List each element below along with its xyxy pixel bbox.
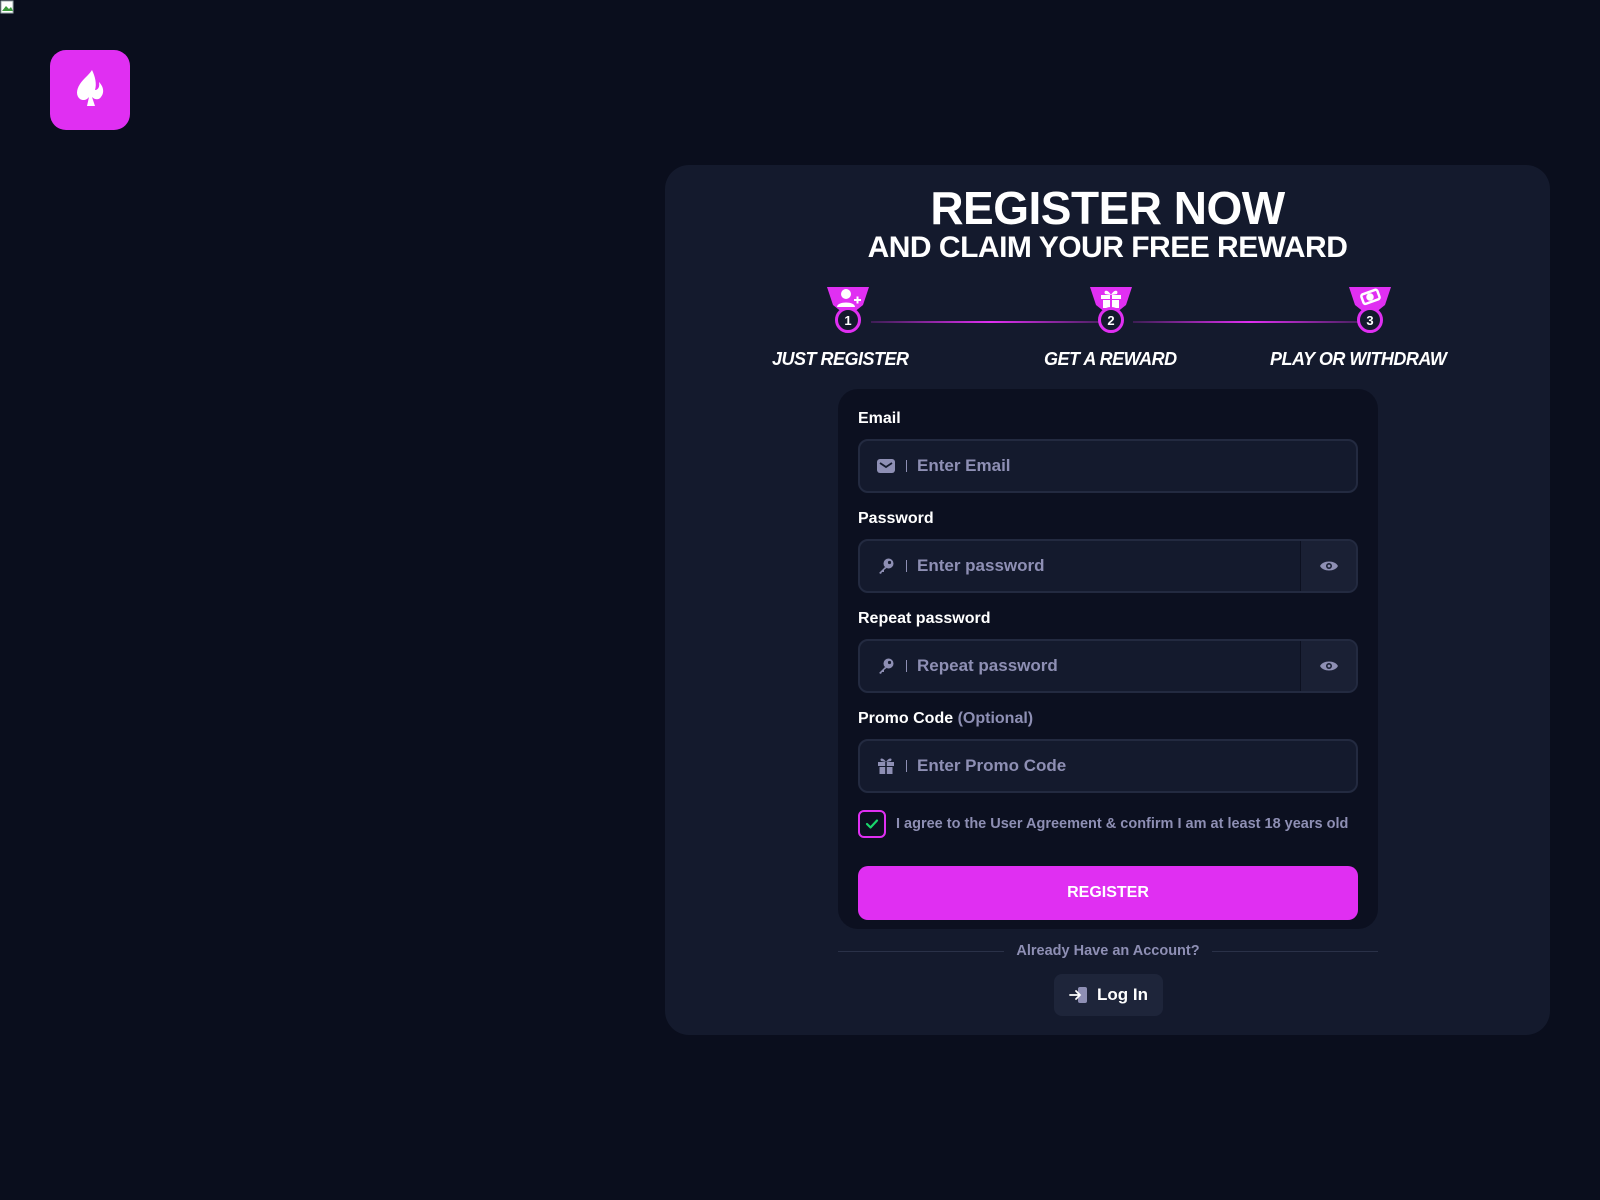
- login-label: Log In: [1097, 985, 1148, 1004]
- key-icon: [876, 656, 896, 676]
- step-number: 3: [1357, 307, 1383, 333]
- optional-tag: (Optional): [957, 710, 1034, 727]
- promo-code-input[interactable]: Enter Promo Code: [917, 756, 1356, 776]
- field-separator: [906, 560, 907, 572]
- promo-code-label-text: Promo Code: [858, 710, 954, 727]
- show-repeat-password-toggle[interactable]: [1300, 641, 1356, 691]
- repeat-password-field[interactable]: Repeat password: [858, 639, 1358, 693]
- promo-code-field[interactable]: Enter Promo Code: [858, 739, 1358, 793]
- already-account-divider: Already Have an Account?: [838, 941, 1378, 961]
- checkmark-icon: [865, 819, 879, 829]
- register-button[interactable]: REGISTER: [858, 866, 1358, 920]
- steps-progress: 1 JUST REGISTER 2 GET A REWARD 3 PLAY OR…: [665, 285, 1550, 375]
- step-number: 2: [1098, 307, 1124, 333]
- step-label: GET A REWARD: [1044, 349, 1177, 369]
- email-input[interactable]: Enter Email: [917, 456, 1356, 476]
- broken-image-icon: [0, 0, 14, 14]
- step-connector: [1133, 321, 1367, 323]
- step-number: 1: [835, 307, 861, 333]
- step-label: PLAY OR WITHDRAW: [1270, 349, 1447, 369]
- agreement-row: I agree to the User Agreement & confirm …: [858, 810, 1348, 838]
- divider-line: [838, 950, 1005, 952]
- step-1: 1: [825, 285, 871, 341]
- email-field[interactable]: Enter Email: [858, 439, 1358, 493]
- register-form: Email Enter Email Password Enter passwor…: [838, 389, 1378, 929]
- gift-icon: [876, 756, 896, 776]
- agreement-text[interactable]: I agree to the User Agreement & confirm …: [896, 816, 1348, 832]
- password-input[interactable]: Enter password: [917, 556, 1300, 576]
- login-icon: [1069, 987, 1087, 1003]
- already-account-text: Already Have an Account?: [1016, 943, 1200, 959]
- password-field[interactable]: Enter password: [858, 539, 1358, 593]
- login-button[interactable]: Log In: [1054, 974, 1163, 1016]
- brand-logo[interactable]: [50, 50, 130, 130]
- page-subtitle: AND CLAIM YOUR FREE REWARD: [867, 231, 1348, 264]
- promo-code-label: Promo Code (Optional): [858, 710, 1033, 728]
- step-connector: [871, 321, 1111, 323]
- email-label: Email: [858, 410, 901, 427]
- show-password-toggle[interactable]: [1300, 541, 1356, 591]
- field-separator: [906, 760, 907, 772]
- agreement-checkbox[interactable]: [858, 810, 886, 838]
- password-label: Password: [858, 510, 934, 527]
- field-separator: [906, 660, 907, 672]
- eye-icon: [1319, 561, 1338, 571]
- key-icon: [876, 556, 896, 576]
- divider-line: [1211, 950, 1378, 952]
- envelope-icon: [876, 456, 896, 476]
- register-panel: REGISTER NOW AND CLAIM YOUR FREE REWARD …: [665, 165, 1550, 1035]
- spade-flame-icon: [77, 70, 104, 106]
- step-label: JUST REGISTER: [772, 349, 909, 369]
- page-title: REGISTER NOW: [930, 182, 1285, 234]
- eye-icon: [1319, 661, 1338, 671]
- step-3: 3: [1347, 285, 1393, 341]
- step-2: 2: [1088, 285, 1134, 341]
- field-separator: [906, 460, 907, 472]
- repeat-password-label: Repeat password: [858, 610, 991, 627]
- repeat-password-input[interactable]: Repeat password: [917, 656, 1300, 676]
